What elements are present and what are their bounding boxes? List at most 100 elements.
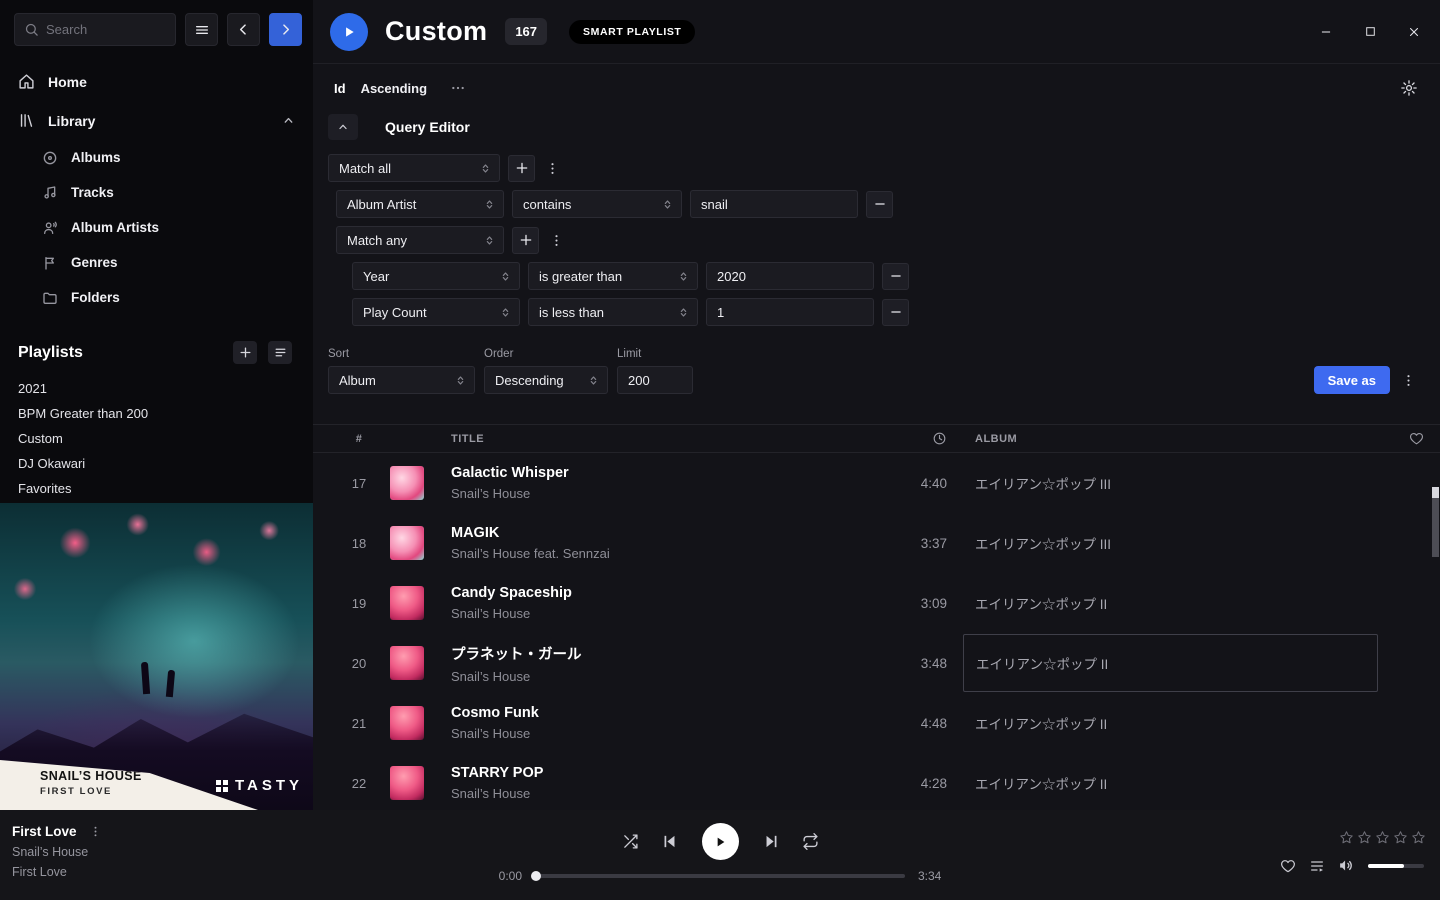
table-row[interactable]: 18 MAGIK Snail’s House feat. Sennzai 3:3…	[313, 513, 1440, 573]
collapse-query-editor-button[interactable]	[328, 114, 358, 140]
rule-row: Play Count is less than	[352, 298, 1440, 326]
track-options-button[interactable]	[87, 823, 105, 839]
queue-button[interactable]	[1309, 858, 1325, 874]
shuffle-button[interactable]	[622, 833, 639, 850]
query-editor: Query Editor Match all Album A	[313, 114, 1440, 394]
seek-slider[interactable]	[535, 874, 905, 878]
repeat-button[interactable]	[802, 833, 819, 850]
remove-rule-button[interactable]	[882, 299, 909, 326]
artist-icon	[42, 220, 58, 236]
track-artist: Snail’s House	[451, 669, 867, 684]
root-group-row: Match all	[328, 154, 1440, 182]
volume-button[interactable]	[1338, 857, 1355, 874]
rule-value-input[interactable]	[706, 262, 874, 290]
limit-input[interactable]	[617, 366, 693, 394]
sidebar-item-library[interactable]: Library	[0, 101, 313, 140]
sidebar-item-genres[interactable]: Genres	[0, 245, 313, 280]
playlist-item[interactable]: 2021	[18, 376, 295, 401]
field-select[interactable]: Play Count	[352, 298, 520, 326]
column-header-number[interactable]: #	[341, 433, 377, 445]
sidebar-item-folders[interactable]: Folders	[0, 280, 313, 315]
select-arrows-icon	[483, 198, 496, 211]
artwork-label: TASTY	[216, 777, 303, 794]
query-sort-controls: Sort Album Order Descending	[328, 348, 1440, 394]
search-box[interactable]	[14, 13, 176, 46]
column-header-title[interactable]: TITLE	[451, 433, 867, 445]
order-select[interactable]: Descending	[484, 366, 608, 394]
table-row[interactable]: 17 Galactic Whisper Snail’s House 4:40 エ…	[313, 453, 1440, 513]
sidebar-item-tracks[interactable]: Tracks	[0, 175, 313, 210]
star-button[interactable]	[1339, 830, 1354, 845]
operator-select[interactable]: contains	[512, 190, 682, 218]
playlist-item[interactable]: BPM Greater than 200	[18, 401, 295, 426]
minus-icon	[873, 197, 887, 211]
query-menu-button[interactable]	[1399, 367, 1417, 394]
star-button[interactable]	[1411, 830, 1426, 845]
sort-column-button[interactable]: Id	[334, 81, 346, 96]
sort-select[interactable]: Album	[328, 366, 475, 394]
playlist-item[interactable]: DJ Okawari	[18, 451, 295, 476]
scrollbar-thumb[interactable]	[1432, 487, 1439, 557]
column-header-album[interactable]: ALBUM	[947, 433, 1393, 445]
player-right-controls	[1280, 857, 1424, 874]
clock-icon	[932, 431, 947, 446]
seek-knob[interactable]	[531, 871, 541, 881]
plus-icon	[519, 233, 533, 247]
minimize-button[interactable]	[1304, 12, 1348, 52]
table-row[interactable]: 21 Cosmo Funk Snail’s House 4:48 エイリアン☆ポ…	[313, 693, 1440, 753]
play-playlist-button[interactable]	[330, 13, 368, 51]
nav-forward-button[interactable]	[269, 13, 302, 46]
group-menu-button[interactable]	[547, 227, 565, 254]
rule-value-input[interactable]	[690, 190, 858, 218]
remove-rule-button[interactable]	[882, 263, 909, 290]
add-playlist-button[interactable]	[233, 341, 257, 364]
maximize-button[interactable]	[1348, 12, 1392, 52]
save-as-button[interactable]: Save as	[1314, 366, 1390, 394]
remove-rule-button[interactable]	[866, 191, 893, 218]
star-button[interactable]	[1393, 830, 1408, 845]
column-header-duration[interactable]	[867, 431, 947, 446]
play-button[interactable]	[702, 823, 739, 860]
playlist-item[interactable]: Favorites	[18, 476, 295, 501]
more-options-button[interactable]	[450, 80, 466, 96]
library-icon	[18, 112, 35, 129]
track-duration: 3:48	[867, 656, 947, 671]
operator-select[interactable]: is less than	[528, 298, 698, 326]
table-row[interactable]: 20 プラネット・ガール Snail’s House 3:48 エイリアン☆ポッ…	[313, 633, 1440, 693]
table-row[interactable]: 22 STARRY POP Snail’s House 4:28 エイリアン☆ポ…	[313, 753, 1440, 813]
settings-button[interactable]	[1400, 79, 1418, 97]
close-button[interactable]	[1392, 12, 1436, 52]
track-count-badge: 167	[505, 18, 547, 45]
volume-slider[interactable]	[1368, 864, 1424, 868]
playlist-list-button[interactable]	[268, 341, 292, 364]
add-rule-button[interactable]	[512, 227, 539, 254]
rule-value-input[interactable]	[706, 298, 874, 326]
match-select[interactable]: Match any	[336, 226, 504, 254]
star-button[interactable]	[1357, 830, 1372, 845]
previous-button[interactable]	[661, 833, 678, 850]
next-button[interactable]	[763, 833, 780, 850]
track-album-focused-cell[interactable]: エイリアン☆ポップ II	[963, 634, 1378, 692]
track-number: 20	[341, 656, 377, 671]
search-input[interactable]	[46, 22, 166, 37]
group-menu-button[interactable]	[543, 155, 561, 182]
nav-back-button[interactable]	[227, 13, 260, 46]
table-row[interactable]: 19 Candy Spaceship Snail’s House 3:09 エイ…	[313, 573, 1440, 633]
artwork-figure	[141, 662, 150, 694]
add-rule-button[interactable]	[508, 155, 535, 182]
field-select[interactable]: Year	[352, 262, 520, 290]
sidebar-item-albums[interactable]: Albums	[0, 140, 313, 175]
playlist-item[interactable]: Custom	[18, 426, 295, 451]
column-header-favorite[interactable]	[1393, 431, 1440, 446]
minus-icon	[889, 269, 903, 283]
star-button[interactable]	[1375, 830, 1390, 845]
match-select[interactable]: Match all	[328, 154, 500, 182]
sidebar-item-album-artists[interactable]: Album Artists	[0, 210, 313, 245]
minimize-icon	[1319, 25, 1333, 39]
operator-select[interactable]: is greater than	[528, 262, 698, 290]
sort-direction-button[interactable]: Ascending	[361, 81, 427, 96]
favorite-button[interactable]	[1280, 858, 1296, 874]
menu-button[interactable]	[185, 13, 218, 46]
field-select[interactable]: Album Artist	[336, 190, 504, 218]
sidebar-item-home[interactable]: Home	[0, 62, 313, 101]
